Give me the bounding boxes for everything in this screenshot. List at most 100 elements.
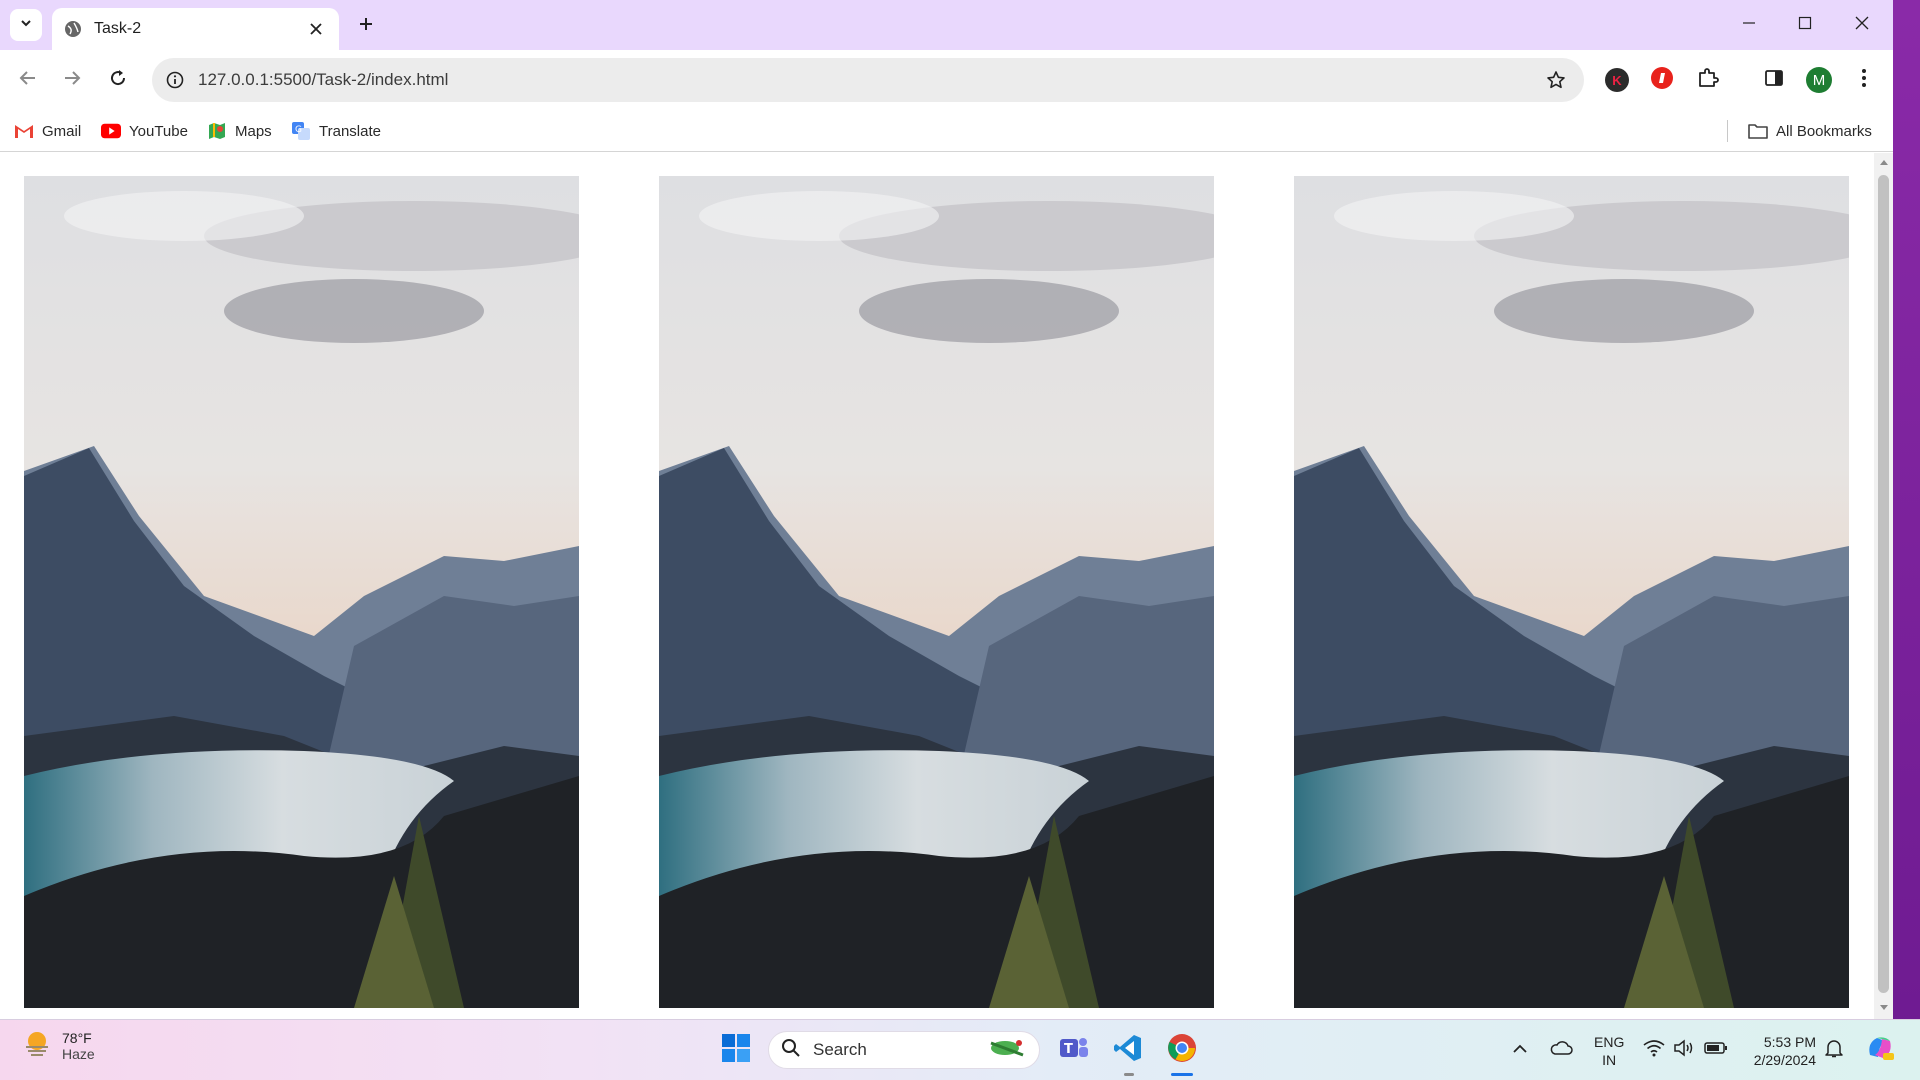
extensions-button[interactable] — [1694, 66, 1722, 94]
haze-sun-icon — [22, 1028, 52, 1063]
taskbar-search[interactable]: Search — [768, 1031, 1040, 1069]
notifications-button[interactable] — [1823, 1032, 1845, 1068]
cloud-icon — [1549, 1040, 1573, 1061]
bookmark-label: YouTube — [129, 122, 188, 140]
tab-search-button[interactable] — [10, 9, 42, 41]
clock-date: 2/29/2024 — [1753, 1052, 1816, 1068]
puzzle-icon — [1697, 67, 1719, 94]
chrome-icon — [1167, 1033, 1197, 1068]
start-button[interactable] — [716, 1030, 756, 1070]
weather-widget[interactable]: 78°F Haze — [22, 1028, 95, 1063]
bookmark-gmail[interactable]: Gmail — [14, 120, 81, 142]
bookmark-star-icon[interactable] — [1542, 66, 1570, 94]
reload-button[interactable] — [102, 64, 134, 96]
globe-icon — [64, 20, 82, 38]
side-panel-icon — [1764, 68, 1784, 93]
chrome-app-button[interactable] — [1162, 1030, 1202, 1070]
teams-app-button[interactable]: T — [1054, 1030, 1094, 1070]
weather-temperature: 78°F — [62, 1029, 92, 1046]
wifi-button[interactable] — [1642, 1032, 1666, 1068]
chevron-up-icon — [1513, 1041, 1527, 1059]
avatar: M — [1806, 67, 1832, 93]
arrow-right-icon — [63, 69, 81, 92]
bookmarks-divider — [1727, 120, 1728, 142]
extension-k-button[interactable]: K — [1603, 66, 1631, 94]
bookmark-label: Translate — [319, 122, 381, 140]
close-window-button[interactable] — [1839, 8, 1885, 42]
bookmark-youtube[interactable]: YouTube — [101, 120, 188, 142]
profile-button[interactable]: M — [1805, 66, 1833, 94]
shield-extension-icon — [1650, 66, 1674, 95]
onedrive-button[interactable] — [1546, 1032, 1576, 1068]
all-bookmarks-button[interactable]: All Bookmarks — [1748, 120, 1872, 142]
forward-button[interactable] — [56, 64, 88, 96]
back-button[interactable] — [12, 64, 44, 96]
arrow-left-icon — [19, 69, 37, 92]
maximize-button[interactable] — [1782, 8, 1828, 42]
close-tab-icon[interactable] — [305, 18, 327, 40]
scrollbar-thumb[interactable] — [1878, 175, 1889, 993]
language-region: IN — [1602, 1052, 1617, 1068]
desktop-background-edge — [1892, 0, 1920, 1080]
bell-icon — [1825, 1038, 1843, 1063]
translate-icon: G — [291, 122, 311, 140]
close-icon — [1855, 16, 1869, 35]
scroll-up-arrow-icon[interactable] — [1878, 157, 1889, 167]
copilot-button[interactable] — [1862, 1032, 1898, 1068]
address-bar[interactable]: 127.0.0.1:5500/Task-2/index.html — [152, 58, 1584, 102]
site-info-icon[interactable] — [164, 69, 186, 91]
chrome-menu-button[interactable] — [1850, 66, 1878, 94]
mountain-lake-photo-1 — [24, 176, 579, 1008]
chevron-down-icon — [19, 16, 33, 35]
clock-time: 5:53 PM — [1763, 1034, 1816, 1050]
folder-icon — [1748, 122, 1768, 140]
minimize-button[interactable] — [1726, 8, 1772, 42]
tab-active[interactable]: Task-2 — [52, 8, 339, 50]
vscode-running-indicator — [1124, 1073, 1134, 1076]
battery-button[interactable] — [1703, 1032, 1729, 1068]
bookmark-translate[interactable]: G Translate — [291, 120, 381, 142]
minimize-icon — [1742, 16, 1756, 35]
extension-adblock-button[interactable] — [1648, 66, 1676, 94]
browser-window: Task-2 127.0.0.1:5500/Task-2/index.html … — [0, 0, 1893, 1019]
maximize-icon — [1798, 16, 1812, 35]
battery-icon — [1704, 1041, 1728, 1060]
bookmark-maps[interactable]: Maps — [207, 120, 272, 142]
chrome-active-indicator — [1171, 1073, 1193, 1076]
speaker-icon — [1673, 1038, 1695, 1062]
copilot-icon — [1865, 1033, 1895, 1068]
url-text[interactable]: 127.0.0.1:5500/Task-2/index.html — [198, 70, 1542, 90]
vscode-app-button[interactable] — [1108, 1030, 1148, 1070]
leap-day-frog-icon — [983, 1033, 1031, 1068]
vscode-icon — [1113, 1033, 1143, 1068]
side-panel-button[interactable] — [1760, 66, 1788, 94]
bookmark-label: Gmail — [42, 122, 82, 140]
language-code: ENG — [1594, 1034, 1625, 1050]
teams-icon: T — [1058, 1033, 1090, 1068]
bookmark-label: Maps — [235, 122, 272, 140]
volume-button[interactable] — [1672, 1032, 1696, 1068]
new-tab-button[interactable] — [352, 12, 380, 40]
svg-text:G: G — [295, 125, 302, 135]
all-bookmarks-label: All Bookmarks — [1776, 122, 1872, 140]
system-clock[interactable]: 5:53 PM 2/29/2024 — [1746, 1033, 1816, 1069]
scroll-down-arrow-icon[interactable] — [1878, 1003, 1889, 1013]
more-vertical-icon — [1861, 68, 1867, 93]
mountain-lake-photo-3 — [1294, 176, 1849, 1008]
gmail-icon — [14, 122, 34, 140]
windows-logo-icon — [721, 1033, 751, 1068]
search-icon — [781, 1038, 801, 1063]
youtube-icon — [101, 122, 121, 140]
page-content — [0, 153, 1874, 1019]
show-hidden-icons-button[interactable] — [1508, 1032, 1532, 1068]
windows-taskbar: 78°F Haze Search T ENG IN 5:53 PM 2/29/2… — [0, 1019, 1920, 1080]
page-scrollbar[interactable] — [1874, 153, 1893, 1019]
bookmarks-bar: Gmail YouTube Maps G Translate All Bookm — [0, 110, 1893, 152]
wifi-icon — [1643, 1039, 1665, 1062]
browser-toolbar: 127.0.0.1:5500/Task-2/index.html K M — [0, 50, 1893, 110]
tab-strip: Task-2 — [0, 0, 1893, 50]
extension-k-icon: K — [1605, 68, 1629, 92]
language-indicator[interactable]: ENG IN — [1594, 1033, 1624, 1069]
mountain-lake-photo-2 — [659, 176, 1214, 1008]
search-label: Search — [813, 1040, 867, 1059]
